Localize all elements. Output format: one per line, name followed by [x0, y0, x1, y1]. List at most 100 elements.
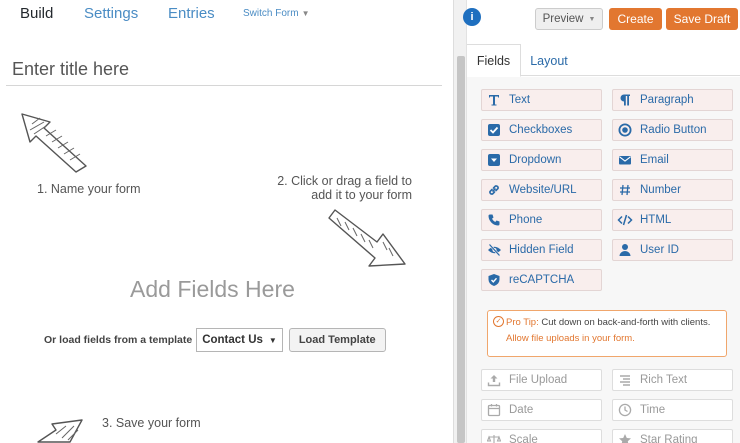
- field-label: User ID: [640, 244, 679, 256]
- text-icon: [486, 92, 502, 108]
- upload-icon: [486, 372, 502, 388]
- field-label: Checkboxes: [509, 124, 573, 136]
- checkbox-icon: [486, 122, 502, 138]
- field-star-rating-button[interactable]: Star Rating: [612, 429, 733, 443]
- field-scale-button[interactable]: Scale: [481, 429, 602, 443]
- field-email-button[interactable]: Email: [612, 149, 733, 171]
- template-label: Or load fields from a template: [44, 334, 193, 346]
- field-recaptcha-button[interactable]: reCAPTCHA: [481, 269, 602, 291]
- create-button[interactable]: Create: [609, 8, 662, 30]
- field-label: Radio Button: [640, 124, 707, 136]
- builder-canvas: Build Settings Entries Switch Form▼ 1. N…: [0, 0, 453, 443]
- field-label: Email: [640, 154, 669, 166]
- field-label: Hidden Field: [509, 244, 574, 256]
- field-website-url-button[interactable]: Website/URL: [481, 179, 602, 201]
- field-rich-text-button[interactable]: Rich Text: [612, 369, 733, 391]
- field-number-button[interactable]: Number: [612, 179, 733, 201]
- envelope-icon: [617, 152, 633, 168]
- template-loader: Or load fields from a template Contact U…: [44, 328, 386, 352]
- chevron-down-icon: ▼: [268, 335, 277, 345]
- fields-panel: i Preview ▼ Create Save Draft Fields Lay…: [463, 0, 740, 443]
- field-user-id-button[interactable]: User ID: [612, 239, 733, 261]
- dropdown-icon: [486, 152, 502, 168]
- field-paragraph-button[interactable]: Paragraph: [612, 89, 733, 111]
- field-phone-button[interactable]: Phone: [481, 209, 602, 231]
- field-dropdown-button[interactable]: Dropdown: [481, 149, 602, 171]
- preview-button[interactable]: Preview ▼: [535, 8, 603, 30]
- hint-add-field-line1: 2. Click or drag a field to: [277, 174, 412, 188]
- info-icon[interactable]: i: [463, 8, 481, 26]
- scale-icon: [486, 432, 502, 443]
- template-select[interactable]: Contact Us ▼: [196, 328, 283, 352]
- field-label: Date: [509, 404, 534, 416]
- preview-label: Preview: [542, 13, 584, 25]
- align-icon: [617, 372, 633, 388]
- tab-fields[interactable]: Fields: [467, 44, 521, 77]
- field-time-button[interactable]: Time: [612, 399, 733, 421]
- hint-save-form: 3. Save your form: [102, 416, 201, 430]
- field-label: HTML: [640, 214, 672, 226]
- tab-build[interactable]: Build: [20, 5, 53, 22]
- field-label: Star Rating: [640, 434, 698, 443]
- scrollbar[interactable]: [453, 0, 467, 443]
- lightbulb-icon: ✓: [493, 316, 504, 327]
- field-label: Paragraph: [640, 94, 694, 106]
- field-label: Scale: [509, 434, 538, 443]
- pro-tip-box: ✓ Pro Tip: Cut down on back-and-forth wi…: [487, 310, 727, 357]
- clock-icon: [617, 402, 633, 418]
- top-navigation: Build Settings Entries Switch Form ▼: [0, 0, 453, 30]
- tab-entries[interactable]: Entries: [168, 5, 215, 22]
- form-title-input[interactable]: [6, 54, 442, 86]
- pro-tip-upgrade-link[interactable]: Allow file uploads in your form.: [506, 333, 635, 344]
- field-label: File Upload: [509, 374, 568, 386]
- calendar-icon: [486, 402, 502, 418]
- field-buttons-area: Text Paragraph Checkboxes Radio Button D…: [467, 77, 740, 443]
- field-label: Text: [509, 94, 531, 106]
- radio-icon: [617, 122, 633, 138]
- field-hidden-field-button[interactable]: Hidden Field: [481, 239, 602, 261]
- eye-slash-icon: [486, 242, 502, 258]
- pro-tip-text: Cut down on back-and-forth with clients.: [541, 317, 711, 328]
- field-html-button[interactable]: HTML: [612, 209, 733, 231]
- load-template-button[interactable]: Load Template: [288, 328, 386, 352]
- star-icon: [617, 432, 633, 443]
- pro-tip-label: Pro Tip:: [506, 317, 539, 328]
- field-label: reCAPTCHA: [509, 274, 575, 286]
- hint-add-field-line2: add it to your form: [311, 188, 412, 202]
- field-file-upload-button[interactable]: File Upload: [481, 369, 602, 391]
- field-text-button[interactable]: Text: [481, 89, 602, 111]
- tab-settings[interactable]: Settings: [84, 5, 138, 22]
- code-icon: [617, 212, 633, 228]
- hint-name-form: 1. Name your form: [37, 182, 141, 196]
- toolbar: i Preview ▼ Create Save Draft: [463, 0, 740, 42]
- sketch-arrow-save-icon: [37, 419, 83, 443]
- hint-add-field: 2. Click or drag a field to add it to yo…: [240, 174, 412, 202]
- tab-layout[interactable]: Layout: [522, 44, 576, 77]
- scrollbar-thumb[interactable]: [457, 56, 465, 443]
- field-date-button[interactable]: Date: [481, 399, 602, 421]
- add-fields-placeholder: Add Fields Here: [130, 276, 295, 302]
- phone-icon: [486, 212, 502, 228]
- paragraph-icon: [617, 92, 633, 108]
- chevron-down-icon: ▼: [301, 9, 310, 18]
- field-radio-button[interactable]: Radio Button: [612, 119, 733, 141]
- field-label: Website/URL: [509, 184, 577, 196]
- field-label: Rich Text: [640, 374, 688, 386]
- template-select-value: Contact Us: [202, 334, 263, 346]
- field-checkboxes-button[interactable]: Checkboxes: [481, 119, 602, 141]
- sketch-arrow-up-icon: [21, 113, 87, 173]
- field-label: Number: [640, 184, 681, 196]
- hash-icon: [617, 182, 633, 198]
- field-label: Time: [640, 404, 666, 416]
- shield-icon: [486, 272, 502, 288]
- user-icon: [617, 242, 633, 258]
- chevron-down-icon: ▼: [588, 15, 596, 23]
- panel-tabs: Fields Layout: [467, 44, 740, 77]
- field-label: Phone: [509, 214, 543, 226]
- link-icon: [486, 182, 502, 198]
- field-label: Dropdown: [509, 154, 562, 166]
- switch-form-label: Switch Form: [243, 8, 299, 19]
- switch-form-dropdown[interactable]: Switch Form ▼: [243, 8, 309, 19]
- save-draft-button[interactable]: Save Draft: [666, 8, 738, 30]
- sketch-arrow-right-icon: [328, 209, 406, 267]
